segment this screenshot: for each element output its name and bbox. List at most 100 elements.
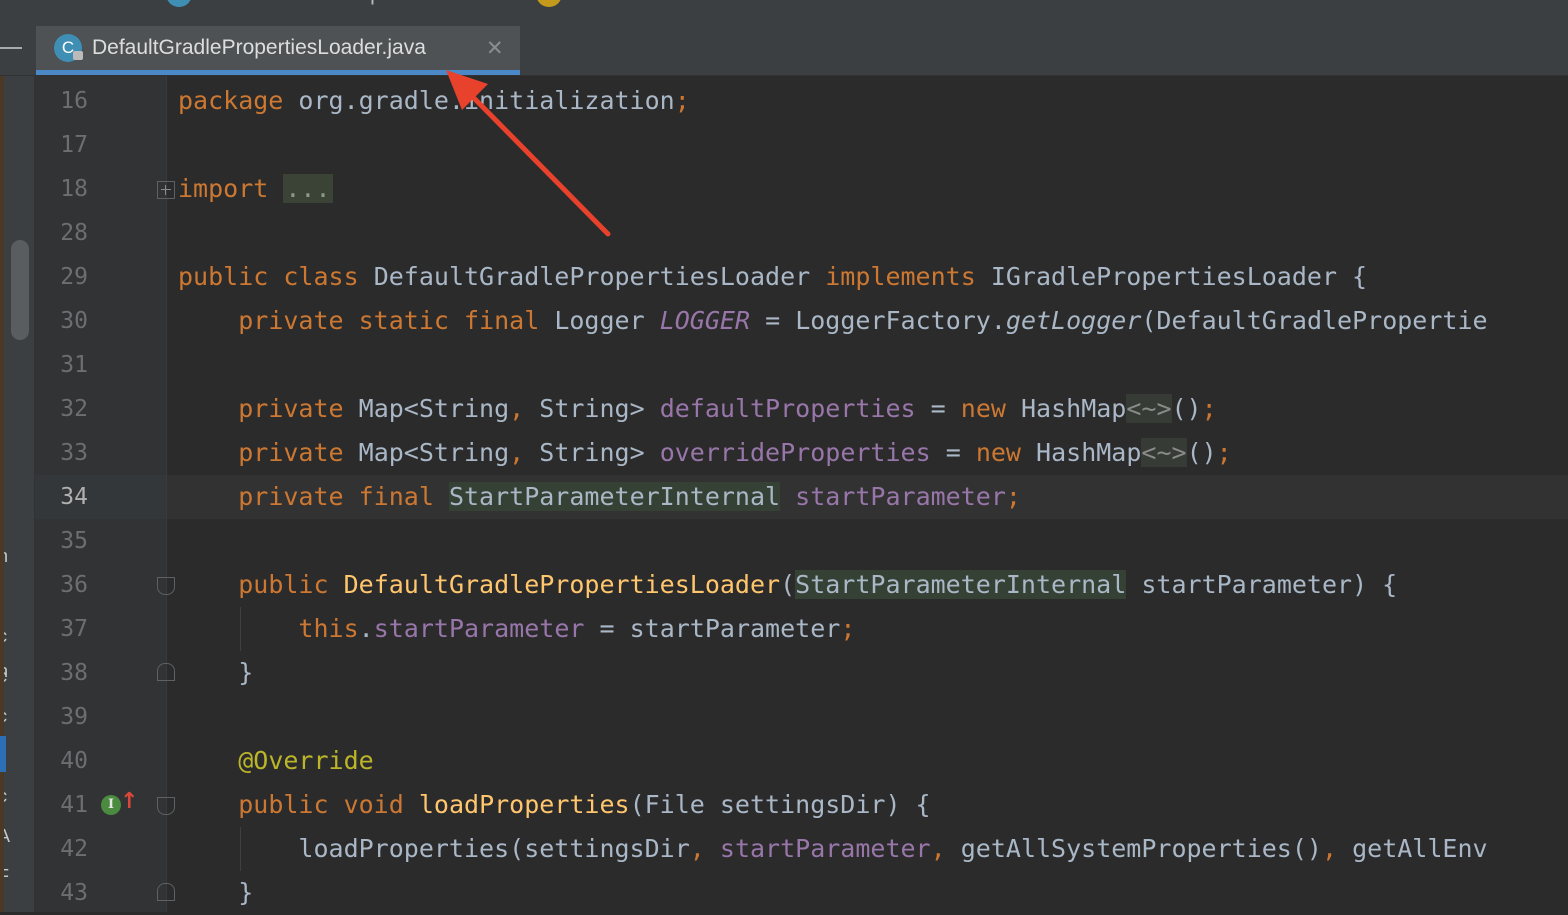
- operator: =: [765, 306, 781, 335]
- keyword: public: [238, 570, 329, 599]
- code-line-37[interactable]: this.startParameter = startParameter;: [178, 607, 855, 651]
- code-line-30[interactable]: private static final Logger LOGGER = Log…: [178, 299, 1487, 343]
- keyword: implements: [825, 262, 976, 291]
- keyword: new: [960, 394, 1006, 423]
- breadcrumb-item-field[interactable]: startParameter: [578, 0, 717, 12]
- expand-fold-icon[interactable]: [157, 181, 175, 199]
- closing-brace: }: [238, 878, 254, 907]
- class-ref: HashMap: [1036, 438, 1142, 467]
- code-line-33[interactable]: private Map<String, String> overrideProp…: [178, 431, 1232, 475]
- line-number: 39: [60, 704, 88, 730]
- field-name: overrideProperties: [659, 438, 931, 467]
- comma: ,: [930, 834, 946, 863]
- line-number: 35: [60, 528, 88, 554]
- comma: ,: [509, 438, 525, 467]
- code-line-29[interactable]: public class DefaultGradlePropertiesLoad…: [178, 255, 1367, 299]
- folded-imports[interactable]: ...: [283, 174, 333, 203]
- left-strip-edge: [0, 76, 4, 912]
- code-line-34[interactable]: private final StartParameterInternal sta…: [178, 475, 1021, 519]
- project-panel-scrollbar[interactable]: [11, 240, 29, 340]
- selected-item-marker: [0, 736, 6, 772]
- method-name: loadProperties: [418, 790, 630, 819]
- keyword: this: [298, 614, 359, 643]
- line-number: 28: [60, 220, 88, 246]
- assignment: = startParameter: [599, 614, 841, 643]
- line-number: 43: [60, 880, 88, 906]
- package-name: org.gradle.initialization: [298, 86, 675, 115]
- call-parens: (): [1171, 394, 1202, 423]
- class-ref: HashMap: [1020, 394, 1127, 423]
- field-name: startParameter: [719, 834, 931, 863]
- breadcrumb: initialization / C DefaultGradleProperti…: [0, 0, 1568, 12]
- active-tab-indicator: [36, 70, 520, 75]
- collapse-fold-icon[interactable]: [157, 577, 175, 595]
- line-number-active: 34: [60, 484, 88, 510]
- line-number: 42: [60, 836, 88, 862]
- field-name: startParameter: [373, 614, 585, 643]
- type-name: Logger: [554, 306, 645, 335]
- breadcrumb-separator: /: [514, 0, 520, 12]
- line-number: 40: [60, 748, 88, 774]
- keyword: package: [178, 86, 284, 115]
- type-name: String>: [539, 394, 645, 423]
- constructor-name: DefaultGradlePropertiesLoader: [343, 570, 781, 599]
- class-name: DefaultGradlePropertiesLoader: [373, 262, 811, 291]
- diamond-fold[interactable]: <~>: [1126, 394, 1172, 423]
- type-name: Map<String: [358, 394, 510, 423]
- static-method: getLogger: [1005, 306, 1142, 335]
- semicolon: ;: [1005, 482, 1021, 511]
- semicolon: ;: [674, 86, 690, 115]
- line-number: 16: [60, 88, 88, 114]
- tab-title[interactable]: DefaultGradlePropertiesLoader.java: [92, 33, 426, 63]
- semicolon: ;: [1201, 394, 1217, 423]
- code-line-40[interactable]: @Override: [178, 739, 374, 783]
- method-call: loadProperties(settingsDir: [298, 834, 690, 863]
- code-line-41[interactable]: public void loadProperties(File settings…: [178, 783, 931, 827]
- annotation: @Override: [238, 746, 374, 775]
- semicolon: ;: [1216, 438, 1232, 467]
- operator: =: [945, 438, 961, 467]
- collapse-fold-icon[interactable]: [157, 797, 175, 815]
- minimize-icon[interactable]: [0, 47, 22, 49]
- line-number: 18: [60, 176, 88, 202]
- type-name: Map<String: [358, 438, 510, 467]
- line-number: 36: [60, 572, 88, 598]
- line-number: 38: [60, 660, 88, 686]
- diamond-fold[interactable]: <~>: [1141, 438, 1187, 467]
- code-line-38[interactable]: }: [178, 651, 253, 695]
- parameters: (File settingsDir) {: [629, 790, 931, 819]
- line-number: 41: [60, 792, 88, 818]
- close-tab-icon[interactable]: ✕: [486, 34, 504, 62]
- open-paren: (: [780, 570, 796, 599]
- go-to-interface-arrow-icon[interactable]: ↑: [120, 790, 138, 814]
- line-number: 17: [60, 132, 88, 158]
- field-icon: f: [536, 0, 563, 8]
- line-number: 37: [60, 616, 88, 642]
- call-parens: (): [1186, 438, 1217, 467]
- keyword: private: [238, 394, 344, 423]
- fold-end-icon[interactable]: [157, 883, 175, 901]
- code-line-43[interactable]: }: [178, 871, 253, 915]
- breadcrumb-item-class[interactable]: DefaultGradlePropertiesLoader: [208, 0, 499, 12]
- method-call: getAllSystemProperties(): [960, 834, 1322, 863]
- code-line-18[interactable]: import ...: [178, 167, 333, 211]
- interface-name: IGradlePropertiesLoader {: [990, 262, 1368, 291]
- line-number: 33: [60, 440, 88, 466]
- code-line-36[interactable]: public DefaultGradlePropertiesLoader(Sta…: [178, 563, 1397, 607]
- code-line-42[interactable]: loadProperties(settingsDir, startParamet…: [178, 827, 1487, 871]
- read-only-lock-icon: [73, 51, 83, 60]
- semicolon: ;: [840, 614, 856, 643]
- code-line-16[interactable]: package org.gradle.initialization;: [178, 79, 690, 123]
- keyword: private static final: [238, 306, 540, 335]
- operator: =: [930, 394, 946, 423]
- type-name: String>: [539, 438, 645, 467]
- keyword: private: [238, 438, 344, 467]
- keyword: private final: [238, 482, 434, 511]
- class-icon: C: [166, 0, 193, 8]
- code-line-32[interactable]: private Map<String, String> defaultPrope…: [178, 387, 1217, 431]
- line-number: 32: [60, 396, 88, 422]
- fold-end-icon[interactable]: [157, 663, 175, 681]
- breadcrumb-item-package[interactable]: initialization: [20, 0, 129, 12]
- implements-method-icon[interactable]: I: [101, 795, 121, 815]
- highlighted-type: StartParameterInternal: [448, 482, 781, 511]
